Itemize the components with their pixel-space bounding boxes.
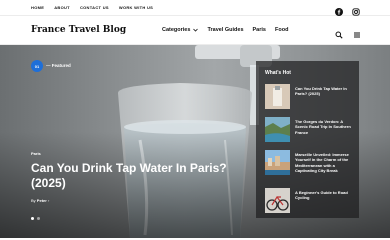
menu-icon[interactable] xyxy=(353,26,361,38)
featured-hero[interactable]: 01 — Featured Paris Can You Drink Tap Wa… xyxy=(0,45,390,238)
hot-item-title: A Beginner's Guide to Road Cycling xyxy=(295,190,348,201)
whats-hot-title: What's Hot xyxy=(265,70,291,76)
top-links: HOME ABOUT CONTACT US WORK WITH US xyxy=(31,5,153,10)
chevron-right-icon: › xyxy=(47,198,50,203)
hot-item-thumbnail xyxy=(265,117,290,142)
social-links xyxy=(335,3,360,16)
site-logo[interactable]: France Travel Blog xyxy=(31,25,126,35)
search-icon[interactable] xyxy=(335,26,343,39)
instagram-icon[interactable] xyxy=(352,3,360,16)
hot-item[interactable]: The Gorges du Verdon: A Scenic Road Trip… xyxy=(265,117,355,143)
hot-item-title: Can You Drink Tap Water In Paris? (2025) xyxy=(295,86,347,97)
slider-dots xyxy=(31,217,40,220)
hot-item[interactable]: A Beginner's Guide to Road Cycling xyxy=(265,188,355,214)
top-link-about[interactable]: ABOUT xyxy=(54,5,70,10)
nav-item-categories[interactable]: Categories xyxy=(162,27,199,33)
nav-item-categories-label: Categories xyxy=(162,27,191,33)
hero-category[interactable]: Paris xyxy=(31,151,41,156)
hot-item[interactable]: Marseille Unveiled: Immerse Yourself in … xyxy=(265,150,355,176)
hot-item-thumbnail xyxy=(265,84,290,109)
hot-item-thumbnail xyxy=(265,150,290,175)
top-link-work-with-us[interactable]: WORK WITH US xyxy=(119,5,153,10)
hot-item-thumbnail xyxy=(265,188,290,213)
top-link-contact[interactable]: CONTACT US xyxy=(80,5,109,10)
top-link-home[interactable]: HOME xyxy=(31,5,44,10)
hot-item[interactable]: Can You Drink Tap Water In Paris? (2025) xyxy=(265,84,355,110)
nav-item-travel-guides[interactable]: Travel Guides xyxy=(207,27,243,33)
whats-hot-panel: What's Hot Can You Drink Tap Water In Pa… xyxy=(256,61,359,218)
nav-icons xyxy=(335,26,361,39)
hero-author-name[interactable]: Peter xyxy=(37,198,47,203)
hero-author: By Peter › xyxy=(31,198,49,203)
slider-dot[interactable] xyxy=(31,217,34,220)
nav-item-food[interactable]: Food xyxy=(275,27,288,33)
chevron-down-icon xyxy=(193,28,199,32)
hot-item-title: The Gorges du Verdon: A Scenic Road Trip… xyxy=(295,119,351,135)
facebook-icon[interactable] xyxy=(335,3,343,16)
nav-menu: Categories Travel Guides Paris Food xyxy=(162,27,288,33)
hot-item-title: Marseille Unveiled: Immerse Yourself in … xyxy=(295,152,349,173)
featured-number-badge: 01 xyxy=(31,60,43,72)
hero-title[interactable]: Can You Drink Tap Water In Paris? (2025) xyxy=(31,161,231,191)
main-navigation: France Travel Blog Categories Travel Gui… xyxy=(0,16,390,45)
featured-label: — Featured xyxy=(46,63,71,68)
slider-dot[interactable] xyxy=(37,217,40,220)
top-utility-bar: HOME ABOUT CONTACT US WORK WITH US xyxy=(0,0,390,16)
nav-item-paris[interactable]: Paris xyxy=(253,27,266,33)
hero-author-by: By xyxy=(31,198,36,203)
